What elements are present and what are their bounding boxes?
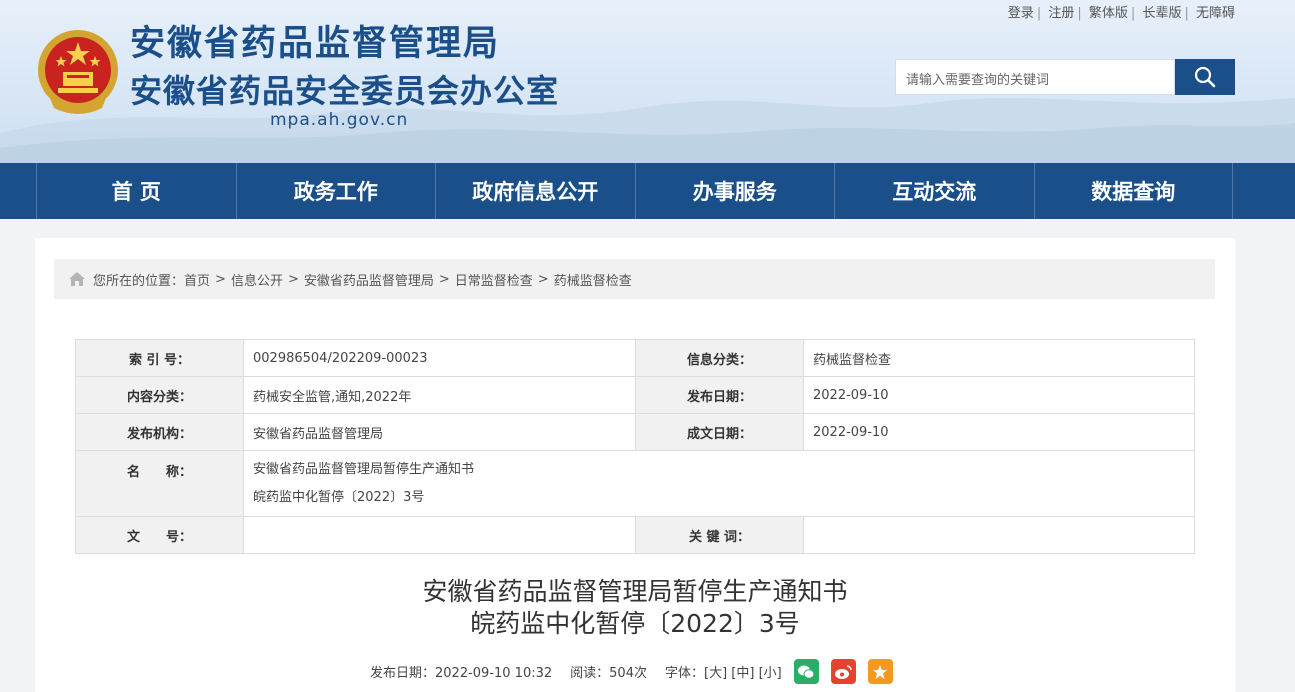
site-domain: mpa.ah.gov.cn: [270, 110, 409, 130]
nav-home[interactable]: 首 页: [36, 163, 236, 219]
pubdate-label: 发布日期：: [635, 376, 804, 414]
keyword-value: [803, 516, 1195, 554]
name-line-1: 安徽省药品监督管理局暂停生产通知书: [253, 461, 475, 477]
article-reads: 阅读：504次: [570, 666, 647, 681]
docdate-label: 成文日期：: [635, 413, 804, 451]
docno-label: 文 号：: [75, 516, 244, 554]
site-header: 安徽省药品监督管理局 安徽省药品安全委员会办公室 mpa.ah.gov.cn 登…: [0, 0, 1295, 163]
nav-data-query[interactable]: 数据查询: [1033, 163, 1233, 219]
search-icon: [1194, 66, 1216, 88]
wechat-icon: [798, 665, 815, 679]
breadcrumb-item-home[interactable]: 首页: [184, 270, 210, 289]
site-subtitle: 安徽省药品安全委员会办公室: [130, 72, 560, 110]
star-icon: [873, 664, 888, 679]
breadcrumb-item-device-inspection[interactable]: 药械监督检查: [554, 270, 632, 289]
favorite-button[interactable]: [867, 659, 893, 684]
article-title-line-1: 安徽省药品监督管理局暂停生产通知书: [422, 577, 848, 606]
main-nav: 首 页 政务工作 政府信息公开 办事服务 互动交流 数据查询: [0, 163, 1295, 219]
search-button[interactable]: [1175, 59, 1235, 95]
keyword-label: 关 键 词：: [635, 516, 804, 554]
content-panel: 您所在的位置： 首页 > 信息公开 > 安徽省药品监督管理局 > 日常监督检查 …: [35, 238, 1235, 692]
breadcrumb-item-bureau[interactable]: 安徽省药品监督管理局: [304, 270, 434, 289]
table-row: 名 称： 安徽省药品监督管理局暂停生产通知书 皖药监中化暂停〔2022〕3号: [75, 450, 1195, 517]
document-meta-table: 索 引 号： 002986504/202209-00023 信息分类： 药械监督…: [75, 339, 1195, 554]
breadcrumb-separator: >: [287, 271, 299, 287]
font-medium-button[interactable]: [中]: [731, 662, 754, 681]
article-title: 安徽省药品监督管理局暂停生产通知书 皖药监中化暂停〔2022〕3号: [35, 576, 1235, 640]
index-value: 002986504/202209-00023: [243, 339, 636, 377]
table-row: 文 号： 关 键 词：: [75, 516, 1195, 554]
index-label: 索 引 号：: [75, 339, 244, 377]
national-emblem-icon: [38, 30, 118, 114]
pubdate-value: 2022-09-10: [803, 376, 1195, 414]
breadcrumb-item-info[interactable]: 信息公开: [231, 270, 283, 289]
divider: |: [1184, 6, 1189, 21]
login-link[interactable]: 登录: [1008, 6, 1034, 21]
name-label: 名 称：: [75, 450, 244, 517]
register-link[interactable]: 注册: [1048, 6, 1074, 21]
font-size-label: 字体：: [664, 666, 704, 681]
breadcrumb: 您所在的位置： 首页 > 信息公开 > 安徽省药品监督管理局 > 日常监督检查 …: [54, 259, 1215, 299]
docno-value: [243, 516, 636, 554]
table-row: 内容分类： 药械安全监管,通知,2022年 发布日期： 2022-09-10: [75, 376, 1195, 414]
elder-version-link[interactable]: 长辈版: [1142, 6, 1181, 21]
table-row: 发布机构： 安徽省药品监督管理局 成文日期： 2022-09-10: [75, 413, 1195, 451]
traditional-chinese-link[interactable]: 繁体版: [1089, 6, 1128, 21]
nav-services[interactable]: 办事服务: [634, 163, 835, 219]
table-row: 索 引 号： 002986504/202209-00023 信息分类： 药械监督…: [75, 339, 1195, 377]
weibo-icon: [835, 664, 852, 679]
wechat-share-button[interactable]: [793, 659, 819, 684]
content-category-value: 药械安全监管,通知,2022年: [243, 376, 636, 414]
org-value: 安徽省药品监督管理局: [243, 413, 636, 451]
breadcrumb-prefix: 您所在的位置：: [93, 273, 185, 289]
site-title: 安徽省药品监督管理局: [130, 24, 501, 64]
accessibility-link[interactable]: 无障碍: [1196, 6, 1235, 21]
article-title-line-2: 皖药监中化暂停〔2022〕3号: [470, 609, 800, 638]
top-links: 登录 | 注册 | 繁体版 | 长辈版 | 无障碍: [1008, 2, 1235, 21]
category-value: 药械监督检查: [803, 339, 1195, 377]
breadcrumb-separator: >: [438, 271, 450, 287]
org-label: 发布机构：: [75, 413, 244, 451]
nav-info-disclosure[interactable]: 政府信息公开: [435, 163, 635, 219]
font-large-button[interactable]: [大]: [704, 662, 727, 681]
category-label: 信息分类：: [635, 339, 804, 377]
name-line-2: 皖药监中化暂停〔2022〕3号: [253, 489, 425, 505]
breadcrumb-separator: >: [537, 271, 549, 287]
content-category-label: 内容分类：: [75, 376, 244, 414]
article-meta: 发布日期：2022-09-10 10:32 阅读：504次 字体： [大] [中…: [370, 659, 893, 684]
article-pubdate: 发布日期：2022-09-10 10:32: [370, 666, 553, 681]
font-small-button[interactable]: [小]: [759, 662, 782, 681]
nav-government-affairs[interactable]: 政务工作: [235, 163, 436, 219]
divider: |: [1130, 6, 1136, 21]
home-icon: [69, 272, 85, 286]
weibo-share-button[interactable]: [830, 659, 856, 684]
docdate-value: 2022-09-10: [803, 413, 1195, 451]
nav-interaction[interactable]: 互动交流: [834, 163, 1034, 219]
divider: |: [1036, 6, 1042, 21]
search-input[interactable]: 请输入需要查询的关键词: [895, 59, 1175, 95]
name-value: 安徽省药品监督管理局暂停生产通知书 皖药监中化暂停〔2022〕3号: [243, 450, 1195, 517]
divider: |: [1077, 6, 1082, 21]
breadcrumb-separator: >: [215, 271, 226, 287]
breadcrumb-item-inspection[interactable]: 日常监督检查: [455, 270, 533, 289]
